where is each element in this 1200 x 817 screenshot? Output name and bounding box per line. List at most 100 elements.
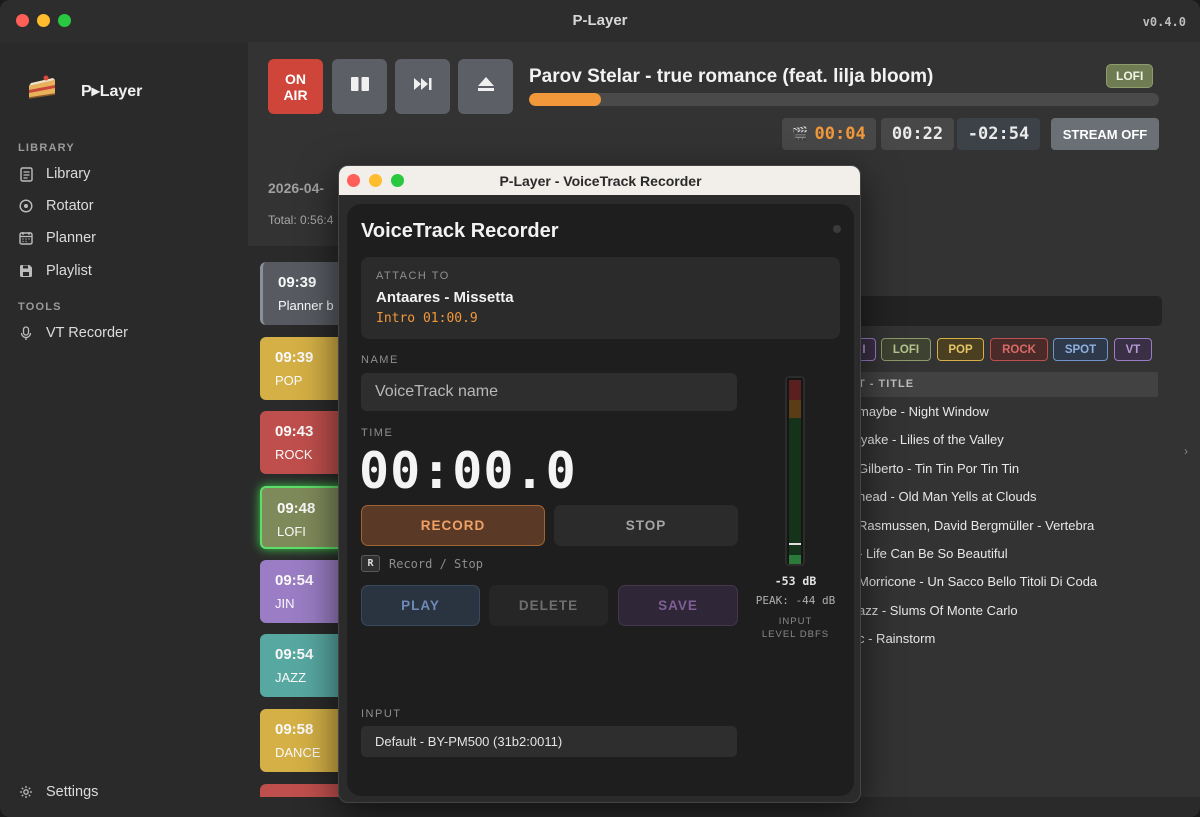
level-db-value: -53 dB <box>774 574 817 588</box>
on-air-button[interactable]: ON AIR <box>268 59 323 114</box>
brand: P▸Layer <box>26 74 142 102</box>
playlist-column-header[interactable]: T - TITLE <box>852 372 1158 397</box>
planner-card-time: 09:39 <box>275 349 314 366</box>
peak-db-value: PEAK: -44 dB <box>755 594 836 607</box>
clapperboard-icon: 🎬 <box>792 126 809 142</box>
dialog-title: P-Layer - VoiceTrack Recorder <box>499 173 702 189</box>
save-button[interactable]: SAVE <box>618 585 738 626</box>
playlist-row[interactable]: maybe - Night Window <box>858 404 989 419</box>
record-button[interactable]: RECORD <box>361 505 545 546</box>
library-section-label: LIBRARY <box>18 142 75 154</box>
planner-list: 09:39 Planner b 09:39 POP 09:43 ROCK 09:… <box>248 246 340 797</box>
planner-card[interactable]: 09:58 DANCE <box>260 709 340 772</box>
tag-filter-button[interactable]: POP <box>937 338 984 361</box>
version-label: v0.4.0 <box>1142 15 1186 29</box>
attach-to-box: ATTACH TO Antaares - Missetta Intro 01:0… <box>361 257 840 339</box>
playlist-row[interactable]: iyake - Lilies of the Valley <box>858 432 1004 447</box>
floppy-icon <box>18 263 34 279</box>
next-button[interactable] <box>395 59 450 114</box>
eject-icon <box>477 76 495 97</box>
planner-card-time: 09:48 <box>277 500 316 517</box>
planner-card-partial[interactable] <box>260 784 340 797</box>
sidebar-item-settings[interactable]: Settings <box>18 778 238 806</box>
attach-intro-time: Intro 01:00.9 <box>376 311 478 326</box>
eject-button[interactable] <box>458 59 513 114</box>
input-device-select[interactable]: Default - BY-PM500 (31b2:0011) <box>361 726 737 757</box>
status-dot <box>833 225 841 233</box>
planner-card[interactable]: 09:43 ROCK <box>260 411 340 474</box>
sidebar-item-library[interactable]: Library <box>18 160 238 188</box>
sidebar-item-label: Planner <box>46 230 96 246</box>
planner-card-time: 09:54 <box>275 646 314 663</box>
attach-to-label: ATTACH TO <box>376 270 450 282</box>
sidebar-item-label: Rotator <box>46 198 94 214</box>
recorder-panel: VoiceTrack Recorder ATTACH TO Antaares -… <box>347 204 854 796</box>
planner-card-time: 09:39 <box>278 274 317 291</box>
attach-track-name: Antaares - Missetta <box>376 289 514 306</box>
playlist-search-input[interactable] <box>852 296 1162 326</box>
tag-filter-button[interactable]: LOFI <box>881 338 931 361</box>
duration-time: 00:22 <box>881 118 954 150</box>
sidebar-item-planner[interactable]: Planner <box>18 224 238 252</box>
keyboard-hint: R Record / Stop <box>361 555 483 572</box>
planner-total: Total: 0:56:4 <box>268 213 334 227</box>
on-air-label-line2: AIR <box>283 86 308 103</box>
sidebar-item-playlist[interactable]: Playlist <box>18 257 238 285</box>
planner-card[interactable]: 09:39 POP <box>260 337 340 400</box>
planner-card[interactable]: 09:54 JIN <box>260 560 340 623</box>
stop-button[interactable]: STOP <box>554 505 738 546</box>
planner-card-label: LOFI <box>277 524 306 539</box>
chevron-right-icon[interactable]: › <box>1184 444 1188 458</box>
time-label: TIME <box>361 427 394 439</box>
stream-toggle-button[interactable]: STREAM OFF <box>1051 118 1159 150</box>
rotator-icon <box>18 198 34 214</box>
tag-filter-button[interactable]: ROCK <box>990 338 1048 361</box>
elapsed-time-value: 00:04 <box>814 124 866 144</box>
playlist-row[interactable]: head - Old Man Yells at Clouds <box>858 489 1037 504</box>
pause-button[interactable] <box>332 59 387 114</box>
planner-card-active[interactable]: 09:48 LOFI <box>260 486 340 549</box>
meter-caption-line1: INPUT <box>778 616 813 627</box>
voicetrack-name-input[interactable] <box>361 373 737 411</box>
playlist-row[interactable]: c - Rainstorm <box>858 631 935 646</box>
delete-button[interactable]: DELETE <box>489 585 608 626</box>
planner-card-label: JAZZ <box>275 670 307 685</box>
input-label: INPUT <box>361 708 402 720</box>
settings-label: Settings <box>46 784 99 800</box>
meter-caption-line2: LEVEL DBFS <box>761 629 830 640</box>
playlist-header-label: T - TITLE <box>858 378 915 390</box>
planner-card[interactable]: 09:54 JAZZ <box>260 634 340 697</box>
planner-card-time: 09:43 <box>275 423 314 440</box>
planner-card-time: 09:58 <box>275 721 314 738</box>
playlist-row[interactable]: Rasmussen, David Bergmüller - Vertebra <box>858 518 1094 533</box>
tag-filter-button[interactable]: SPOT <box>1053 338 1108 361</box>
play-button[interactable]: PLAY <box>361 585 480 626</box>
gear-icon <box>18 784 34 800</box>
dialog-titlebar: P-Layer - VoiceTrack Recorder <box>339 166 860 195</box>
recorder-heading: VoiceTrack Recorder <box>361 220 559 242</box>
calendar-icon <box>18 230 34 246</box>
input-level-meter <box>785 376 805 566</box>
meter-clip-zone <box>789 380 801 400</box>
sidebar-item-label: VT Recorder <box>46 325 128 341</box>
keycap-r: R <box>361 555 380 572</box>
playlist-row[interactable]: azz - Slums Of Monte Carlo <box>858 603 1018 618</box>
tag-filter-button[interactable]: VT <box>1114 338 1152 361</box>
playlist-row[interactable]: Morricone - Un Sacco Bello Titoli Di Cod… <box>858 574 1097 589</box>
playlist-row[interactable]: - Life Can Be So Beautiful <box>858 546 1008 561</box>
keyboard-hint-text: Record / Stop <box>389 556 483 571</box>
planner-date: 2026-04- <box>268 180 325 196</box>
document-icon <box>18 166 34 182</box>
on-air-label-line1: ON <box>285 70 306 87</box>
sidebar-item-rotator[interactable]: Rotator <box>18 192 238 220</box>
cake-logo-icon <box>26 74 58 102</box>
sidebar-item-vt-recorder[interactable]: VT Recorder <box>18 319 238 347</box>
sidebar-item-label: Playlist <box>46 263 92 279</box>
meter-peak-marker <box>789 543 801 545</box>
meter-caption: INPUT LEVEL DBFS <box>747 615 844 641</box>
brand-name: P▸Layer <box>81 83 143 100</box>
planner-card[interactable]: 09:39 Planner b <box>260 262 340 325</box>
playlist-row[interactable]: Gilberto - Tin Tin Por Tin Tin <box>858 461 1019 476</box>
track-progress-bar[interactable] <box>529 93 1159 106</box>
voicetrack-recorder-window: P-Layer - VoiceTrack Recorder VoiceTrack… <box>338 165 861 803</box>
